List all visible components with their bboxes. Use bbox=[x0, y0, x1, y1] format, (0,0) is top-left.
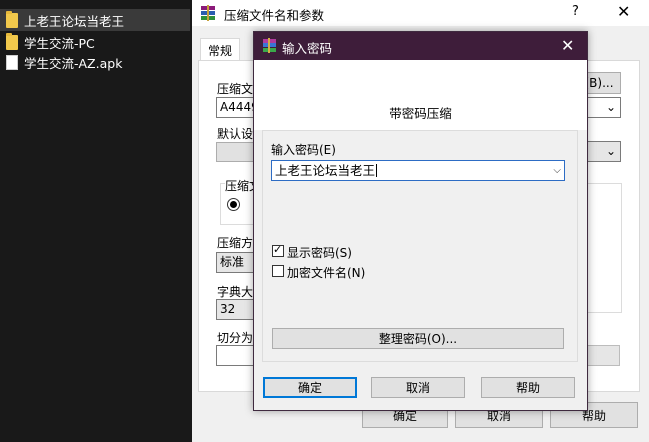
show-password-checkbox[interactable] bbox=[272, 243, 284, 257]
explorer-file-list: 上老王论坛当老王 学生交流-PC 学生交流-AZ.apk bbox=[0, 0, 192, 442]
password-dialog-title: 输入密码 bbox=[282, 41, 333, 56]
close-icon[interactable]: ✕ bbox=[617, 2, 630, 21]
text-caret bbox=[376, 164, 378, 177]
password-text: 上老王论坛当老王 bbox=[275, 163, 376, 178]
encrypt-filenames-checkbox[interactable] bbox=[272, 265, 284, 277]
encrypt-filenames-label[interactable]: 加密文件名(N) bbox=[287, 264, 365, 281]
archive-dialog-title: 压缩文件名和参数 bbox=[224, 8, 325, 23]
profiles-button[interactable] bbox=[216, 142, 256, 162]
password-dialog-heading: 带密码压缩 bbox=[389, 106, 452, 121]
split-volumes-input[interactable] bbox=[216, 345, 256, 366]
folder-icon bbox=[6, 32, 18, 50]
file-item-folder-2[interactable]: 学生交流-PC bbox=[0, 31, 190, 53]
archive-name-label: 压缩文 bbox=[217, 82, 254, 96]
help-button[interactable]: 帮助 bbox=[481, 377, 575, 398]
winrar-icon bbox=[263, 38, 276, 53]
password-input[interactable]: 上老王论坛当老王 ⌵ bbox=[271, 160, 565, 181]
organize-passwords-button[interactable]: 整理密码(O)... bbox=[272, 328, 564, 349]
file-name: 学生交流-AZ.apk bbox=[24, 55, 123, 71]
enter-password-dialog: 输入密码 ✕ 带密码压缩 输入密码(E) 上老王论坛当老王 ⌵ 显示密码(S) … bbox=[253, 31, 588, 411]
ok-button[interactable]: 确定 bbox=[263, 377, 357, 398]
default-settings-label: 默认设 bbox=[217, 127, 254, 141]
tab-general[interactable]: 常规 bbox=[200, 38, 240, 61]
folder-icon bbox=[6, 10, 18, 28]
file-item-apk[interactable]: 学生交流-AZ.apk bbox=[0, 51, 190, 73]
password-dialog-header: 带密码压缩 bbox=[254, 60, 587, 130]
archive-dialog-titlebar: 压缩文件名和参数 ? ✕ bbox=[192, 0, 649, 26]
set-password-button[interactable] bbox=[585, 345, 620, 366]
file-icon bbox=[6, 54, 18, 70]
password-dialog-titlebar: 输入密码 ✕ bbox=[254, 32, 587, 60]
method-label: 压缩方 bbox=[217, 236, 254, 250]
help-question-icon[interactable]: ? bbox=[572, 4, 579, 19]
file-name: 上老王论坛当老王 bbox=[24, 13, 125, 29]
winrar-icon bbox=[201, 5, 215, 21]
dictionary-size-label: 字典大 bbox=[217, 285, 254, 299]
cancel-button[interactable]: 取消 bbox=[371, 377, 465, 398]
file-item-folder-1[interactable]: 上老王论坛当老王 bbox=[0, 9, 190, 31]
method-select[interactable]: 标准 bbox=[216, 252, 256, 273]
password-label: 输入密码(E) bbox=[271, 143, 336, 157]
split-volumes-label: 切分为 bbox=[217, 331, 254, 345]
dictionary-size-select[interactable]: 32 bbox=[216, 299, 256, 320]
close-icon[interactable]: ✕ bbox=[561, 36, 574, 55]
file-name: 学生交流-PC bbox=[24, 35, 95, 51]
format-radio[interactable] bbox=[227, 198, 240, 211]
chevron-down-icon[interactable]: ⌵ bbox=[553, 161, 561, 180]
show-password-label[interactable]: 显示密码(S) bbox=[287, 244, 352, 261]
archive-name-input[interactable]: A4449 bbox=[216, 97, 259, 118]
